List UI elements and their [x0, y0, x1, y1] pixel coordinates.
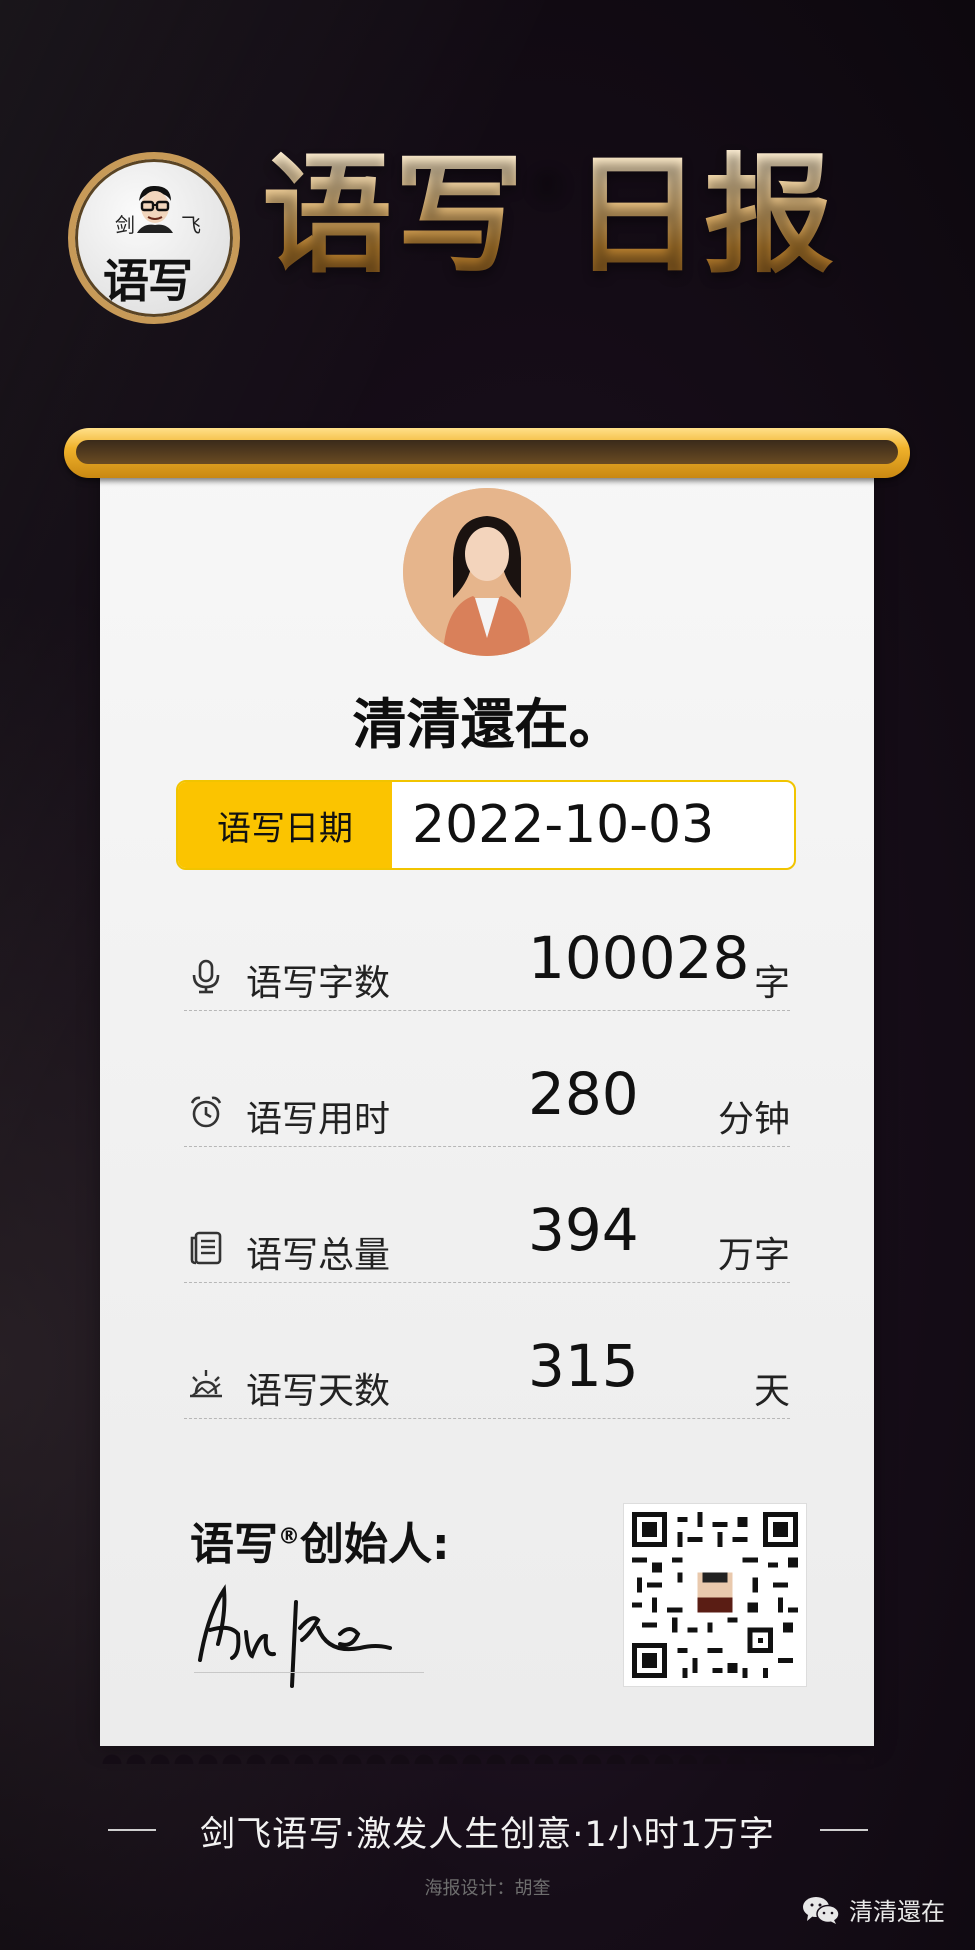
stat-value: 315: [528, 1332, 639, 1400]
wechat-icon: [803, 1896, 840, 1924]
wechat-account-name: 清清還在: [849, 1898, 945, 1926]
stat-value: 280: [528, 1060, 639, 1128]
stat-unit: 天: [753, 1371, 790, 1412]
username: 清清還在。: [352, 693, 623, 756]
brand-logo: 剑 飞 语写: [68, 152, 240, 324]
document-icon: [190, 1231, 222, 1265]
founder-label-part1: 语写: [190, 1519, 278, 1570]
date-box: 语写日期 2022-10-03: [176, 780, 796, 870]
slogan-divider-right: [820, 1829, 868, 1831]
page-title: 语写®日报: [262, 150, 836, 280]
stat-label: 语写字数: [246, 963, 391, 1004]
qr-code-icon: [632, 1512, 798, 1678]
logo-char-right: 飞: [181, 213, 201, 237]
logo-main-text: 语写: [103, 254, 193, 308]
date-label: 语写日期: [178, 782, 392, 868]
title-part2: 日报: [572, 139, 837, 291]
stat-label: 语写天数: [246, 1371, 391, 1412]
slogan: 剑飞语写·激发人生创意·1小时1万字: [200, 1815, 775, 1855]
stat-value: 394: [528, 1196, 639, 1264]
stat-row-duration: 语写用时 280 分钟: [184, 1056, 790, 1147]
stat-label: 语写总量: [246, 1235, 391, 1276]
founder-label-part2: 创始人:: [300, 1519, 450, 1570]
scroll-rod-inner: [76, 440, 898, 464]
avatar: [403, 488, 571, 656]
paper-scalloped-edge: [100, 1740, 874, 1764]
sunrise-icon: [190, 1370, 222, 1398]
founder-registered-mark: ®: [278, 1524, 300, 1550]
stat-row-days: 语写天数 315 天: [184, 1328, 790, 1419]
qr-code[interactable]: [624, 1504, 806, 1686]
stat-row-word-count: 语写字数 100028 字: [184, 920, 790, 1011]
scroll-rod: [64, 428, 910, 478]
stat-value: 100028: [528, 924, 750, 992]
founder-label: 语写®创始人:: [190, 1508, 450, 1572]
stat-label: 语写用时: [246, 1099, 391, 1140]
stat-unit: 字: [753, 963, 790, 1004]
stat-row-total: 语写总量 394 万字: [184, 1192, 790, 1283]
date-value: 2022-10-03: [412, 795, 715, 855]
registered-mark: ®: [526, 156, 573, 207]
alarm-clock-icon: [190, 1096, 222, 1128]
wechat-watermark: 清清還在: [801, 1892, 945, 1927]
signature-line: [194, 1672, 424, 1673]
founder-signature: [198, 1584, 392, 1688]
stat-unit: 分钟: [717, 1099, 790, 1140]
logo-char-left: 剑: [115, 213, 135, 237]
avatar-portrait-icon: [403, 488, 571, 656]
stat-unit: 万字: [717, 1235, 790, 1276]
founder-portrait-icon: [137, 185, 173, 233]
microphone-icon: [192, 959, 220, 994]
title-part1: 语写: [262, 139, 527, 291]
